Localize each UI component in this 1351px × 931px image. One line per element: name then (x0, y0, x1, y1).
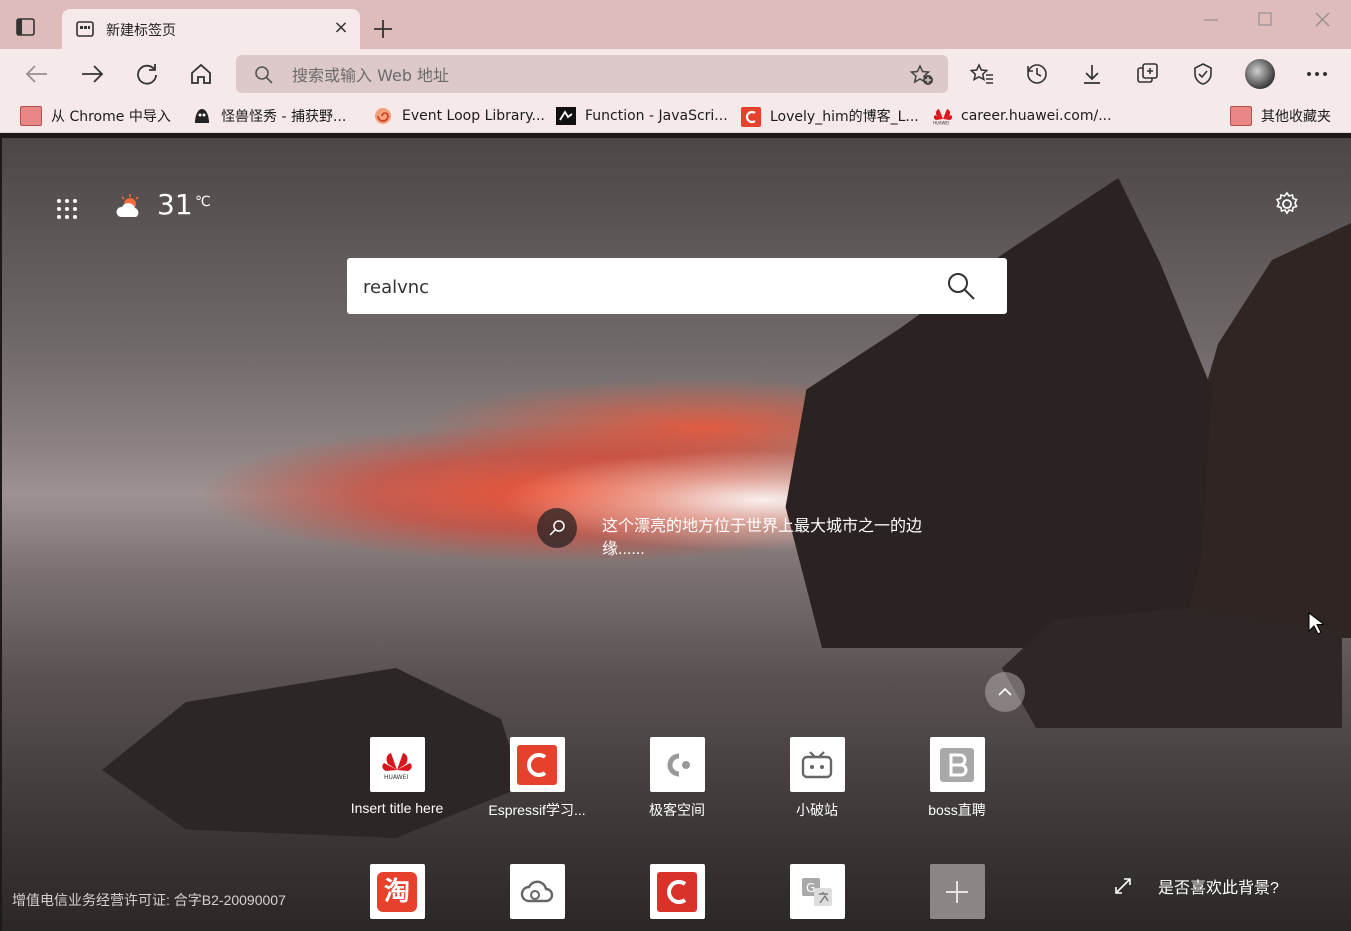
mouse-cursor-icon (1308, 611, 1326, 640)
quick-link-espressif[interactable]: Espressif学习... (472, 737, 602, 820)
bookmark-label: 从 Chrome 中导入 (51, 109, 171, 125)
back-button[interactable] (22, 59, 52, 89)
address-bar[interactable] (236, 55, 948, 93)
bookmark-label: career.huawei.com/... (961, 108, 1112, 124)
new-tab-button[interactable] (372, 18, 394, 40)
bookmark-label: 怪兽怪秀 - 捕获野... (221, 109, 347, 125)
more-menu-icon[interactable] (1302, 59, 1332, 89)
quick-link-cloud[interactable] (472, 864, 602, 919)
home-button[interactable] (186, 59, 216, 89)
svg-text:HUAWEI: HUAWEI (384, 774, 408, 780)
csdn-icon (649, 864, 705, 919)
geek-icon (649, 737, 705, 792)
performance-icon[interactable] (1188, 59, 1218, 89)
expand-icon[interactable] (1112, 875, 1134, 897)
tab-title: 新建标签页 (106, 23, 176, 39)
add-quick-link-button[interactable] (892, 864, 1022, 919)
bookmarks-bar: 从 Chrome 中导入 怪兽怪秀 - 捕获野... Event Loop Li… (0, 99, 1351, 133)
profile-avatar[interactable] (1245, 59, 1275, 89)
collapse-chevron-up-icon[interactable] (985, 672, 1025, 712)
browser-window: 新建标签页 × 搜索或输入 Web 地址 从 Chrome 中导入 怪兽怪秀 -… (0, 0, 1351, 931)
boss-icon (929, 737, 985, 792)
translate-icon: G (789, 864, 845, 919)
bookmark-label: Event Loop Library... (402, 108, 545, 124)
page-settings-icon[interactable] (1274, 191, 1300, 217)
tab-actions-icon[interactable] (16, 18, 36, 36)
temperature[interactable]: 31 (157, 188, 193, 221)
spiral-icon (373, 107, 393, 125)
svg-text:G: G (806, 881, 815, 895)
like-background-prompt[interactable]: 是否喜欢此背景? (1112, 874, 1279, 898)
add-icon (929, 864, 985, 919)
license-text[interactable]: 增值电信业务经营许可证: 合字B2-20090007 (12, 890, 286, 910)
background-rock (785, 178, 1212, 648)
svg-text:HUAWEI: HUAWEI (933, 121, 949, 126)
mdn-icon (556, 107, 576, 125)
quick-link-label: 小破站 (796, 802, 838, 818)
other-favorites-folder[interactable]: 其他收藏夹 (1230, 106, 1331, 126)
tab-new-tab[interactable]: 新建标签页 × (62, 9, 360, 49)
downloads-icon[interactable] (1077, 59, 1107, 89)
other-favorites-label: 其他收藏夹 (1261, 109, 1331, 125)
csdn-icon (509, 737, 565, 792)
weather-partly-sunny-icon[interactable] (116, 193, 146, 221)
tab-close-icon[interactable]: × (332, 19, 350, 37)
quick-link-csdn[interactable] (612, 864, 742, 919)
temperature-unit: ℃ (195, 194, 211, 210)
toolbar (0, 49, 1351, 99)
image-info-text[interactable]: 这个漂亮的地方位于世界上最大城市之一的边缘...... (602, 515, 932, 561)
huawei-icon: HUAWEI (369, 737, 425, 792)
quick-link-boss[interactable]: boss直聘 (892, 737, 1022, 820)
quick-link-label: boss直聘 (928, 802, 986, 818)
bookmark-label: Function - JavaScri... (585, 108, 728, 124)
refresh-button[interactable] (132, 59, 162, 89)
quick-link-label: Espressif学习... (488, 802, 586, 818)
quick-link-label: Insert title here (350, 800, 444, 816)
favorites-icon[interactable] (967, 59, 997, 89)
bookmark-event-loop[interactable]: Event Loop Library... (373, 106, 545, 126)
quick-link-bilibili[interactable]: 小破站 (752, 737, 882, 820)
bookmark-monster[interactable]: 怪兽怪秀 - 捕获野... (192, 106, 346, 126)
add-favorite-icon[interactable] (909, 64, 934, 90)
newtab-favicon-icon (76, 20, 94, 38)
cloud-icon (509, 864, 565, 919)
folder-icon (20, 106, 42, 126)
new-tab-page: 31 ℃ 这个漂亮的地方位于世界上最大城市之一的边缘...... HUAWEI … (2, 138, 1351, 931)
address-input[interactable] (290, 62, 854, 88)
tab-strip: 新建标签页 × (0, 0, 1351, 49)
image-info-button[interactable] (537, 508, 577, 548)
taobao-glyph: 淘 (377, 871, 417, 912)
quick-link-label: 极客空间 (649, 802, 705, 818)
minimize-button[interactable] (1196, 10, 1226, 30)
quick-link-huawei[interactable]: HUAWEI Insert title here (332, 737, 462, 816)
web-search-box[interactable] (347, 258, 1007, 314)
history-icon[interactable] (1022, 59, 1052, 89)
quick-link-geek-space[interactable]: 极客空间 (612, 737, 742, 820)
maximize-button[interactable] (1250, 10, 1280, 30)
search-submit-icon[interactable] (945, 270, 977, 302)
background-rock (1002, 608, 1342, 728)
csdn-icon (741, 107, 761, 127)
bookmark-label: Lovely_him的博客_L... (770, 109, 919, 125)
collections-icon[interactable] (1133, 59, 1163, 89)
bookmark-csdn-blog[interactable]: Lovely_him的博客_L... (741, 106, 919, 127)
bookmark-mdn-function[interactable]: Function - JavaScri... (556, 106, 728, 126)
bookmark-import-chrome[interactable]: 从 Chrome 中导入 (20, 106, 171, 126)
taobao-icon: 淘 (369, 864, 425, 919)
folder-icon (1230, 106, 1252, 126)
like-background-label: 是否喜欢此背景? (1158, 880, 1279, 897)
apps-launcher-icon[interactable] (56, 198, 78, 220)
quick-link-translate[interactable]: G (752, 864, 882, 919)
bilibili-icon (789, 737, 845, 792)
huawei-icon: HUAWEI (932, 107, 953, 126)
web-search-input[interactable] (361, 272, 925, 302)
close-window-button[interactable] (1308, 10, 1338, 30)
forward-button[interactable] (77, 59, 107, 89)
bookmark-huawei-career[interactable]: HUAWEI career.huawei.com/... (932, 106, 1112, 126)
monster-icon (192, 107, 212, 125)
quick-link-taobao[interactable]: 淘 (332, 864, 462, 919)
search-icon (254, 65, 274, 89)
